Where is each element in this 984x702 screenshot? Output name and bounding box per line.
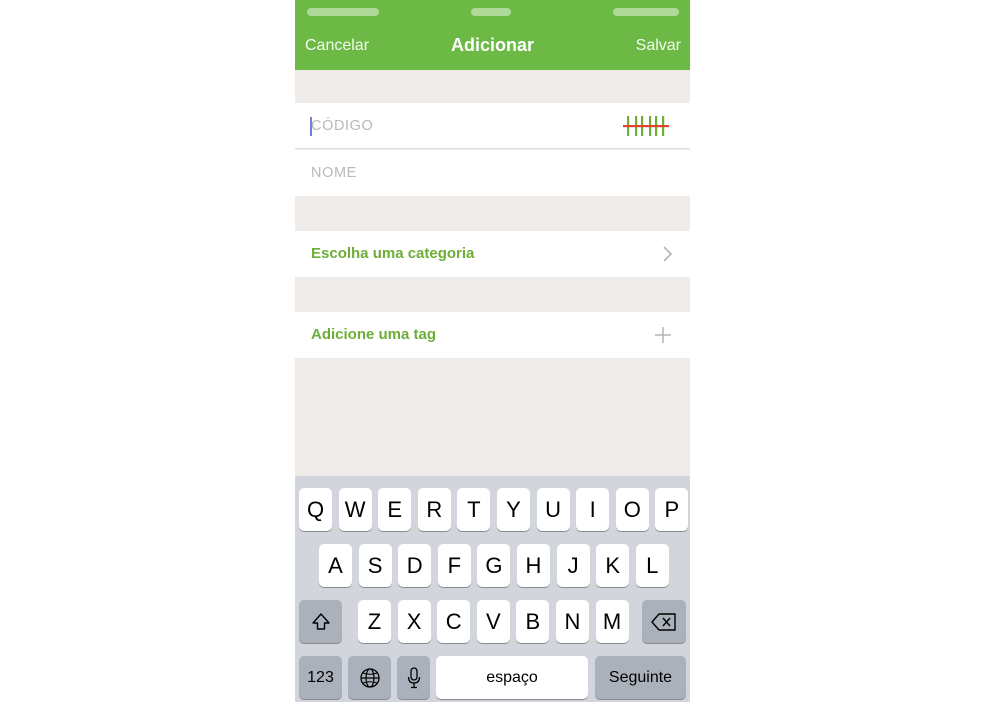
- globe-icon: [359, 667, 380, 688]
- key-h[interactable]: H: [517, 544, 550, 587]
- key-a[interactable]: A: [319, 544, 352, 587]
- key-s[interactable]: S: [358, 544, 392, 587]
- key-k[interactable]: K: [596, 544, 630, 587]
- key-e[interactable]: E: [378, 488, 412, 531]
- save-button[interactable]: Salvar: [636, 37, 681, 55]
- tag-row[interactable]: Adicione uma tag: [295, 312, 690, 358]
- key-q[interactable]: Q: [299, 488, 332, 531]
- key-v[interactable]: V: [476, 600, 510, 643]
- key-z[interactable]: Z: [358, 600, 391, 643]
- return-key[interactable]: Seguinte: [595, 656, 686, 699]
- key-d[interactable]: D: [398, 544, 432, 587]
- key-b[interactable]: B: [516, 600, 550, 643]
- key-x[interactable]: X: [397, 600, 431, 643]
- key-m[interactable]: M: [595, 600, 629, 643]
- key-p[interactable]: P: [655, 488, 689, 531]
- name-field[interactable]: NOME: [295, 150, 690, 196]
- space-key[interactable]: espaço: [436, 656, 588, 699]
- key-y[interactable]: Y: [497, 488, 530, 531]
- plus-icon[interactable]: [654, 326, 672, 344]
- keyboard: QWERTYUIOP ASDFGHJKL ZXCVBNM 123 espaço …: [295, 476, 690, 702]
- key-l[interactable]: L: [635, 544, 669, 587]
- key-t[interactable]: T: [457, 488, 491, 531]
- key-i[interactable]: I: [576, 488, 610, 531]
- microphone-key[interactable]: [397, 656, 430, 699]
- phone-screen: Cancelar Adicionar Salvar CÓDIGO NOME Es…: [295, 0, 690, 702]
- globe-key[interactable]: [348, 656, 391, 699]
- key-f[interactable]: F: [437, 544, 471, 587]
- key-c[interactable]: C: [437, 600, 471, 643]
- status-carrier-blurred: [307, 8, 379, 16]
- key-r[interactable]: R: [417, 488, 451, 531]
- microphone-icon: [407, 666, 420, 688]
- backspace-key[interactable]: [642, 600, 686, 643]
- name-placeholder: NOME: [311, 165, 357, 181]
- shift-icon: [311, 612, 330, 630]
- nav-bar: Cancelar Adicionar Salvar: [295, 24, 690, 70]
- key-u[interactable]: U: [536, 488, 570, 531]
- key-j[interactable]: J: [556, 544, 590, 587]
- code-placeholder: CÓDIGO: [311, 118, 374, 134]
- barcode-scan-icon[interactable]: [623, 115, 669, 137]
- status-bar: [295, 0, 690, 24]
- key-n[interactable]: N: [556, 600, 589, 643]
- code-field[interactable]: CÓDIGO: [295, 103, 690, 149]
- status-battery-blurred: [613, 8, 679, 16]
- page-title: Adicionar: [450, 35, 534, 55]
- backspace-icon: [651, 612, 676, 631]
- category-label: Escolha uma categoria: [311, 245, 475, 262]
- tag-label: Adicione uma tag: [311, 326, 437, 343]
- category-row[interactable]: Escolha uma categoria: [295, 231, 690, 277]
- key-w[interactable]: W: [338, 488, 372, 531]
- numbers-key[interactable]: 123: [299, 656, 342, 699]
- shift-key[interactable]: [299, 600, 342, 643]
- key-o[interactable]: O: [615, 488, 649, 531]
- key-g[interactable]: G: [477, 544, 511, 587]
- chevron-right-icon: [663, 246, 673, 262]
- status-time-blurred: [471, 8, 511, 16]
